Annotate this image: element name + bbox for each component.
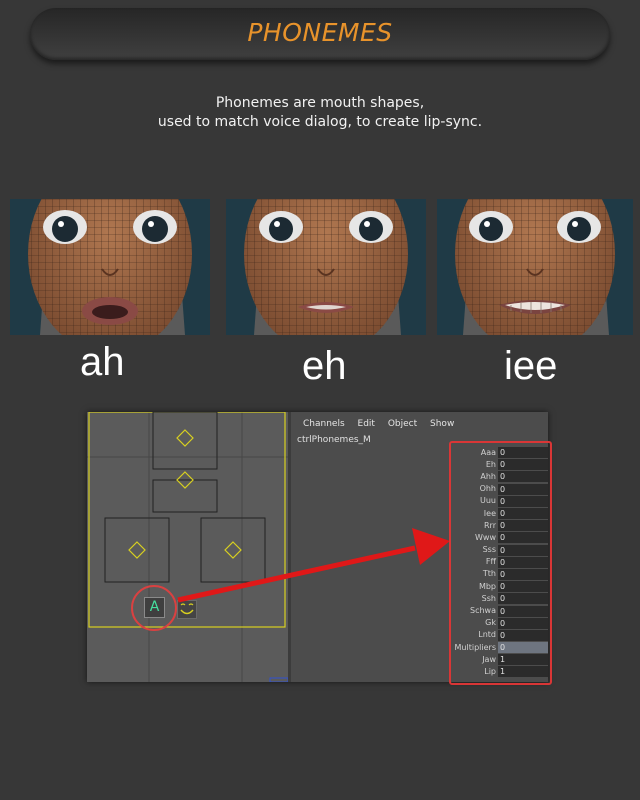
channel-row-mbp[interactable]: Mbp 0	[453, 580, 548, 593]
channel-name: Aaa	[480, 447, 496, 457]
channel-name: Multipliers	[454, 642, 496, 652]
channel-name: Iee	[483, 508, 496, 518]
channel-value-field[interactable]: 0	[498, 544, 548, 556]
channel-value-field[interactable]: 0	[498, 642, 548, 654]
channel-row-aaa[interactable]: Aaa 0	[453, 446, 548, 459]
channel-value-field[interactable]: 0	[498, 459, 548, 471]
channel-value-field[interactable]: 1	[498, 654, 548, 666]
channel-value-field[interactable]: 0	[498, 532, 548, 544]
channel-value-field[interactable]: 0	[498, 447, 548, 459]
channel-row-fff[interactable]: Fff 0	[453, 556, 548, 568]
channel-row-uuu[interactable]: Uuu 0	[453, 495, 548, 507]
channel-value-field[interactable]: 0	[498, 508, 548, 520]
channel-row-ahh[interactable]: Ahh 0	[453, 470, 548, 483]
channel-value-field[interactable]: 0	[498, 617, 548, 629]
channel-value-field[interactable]: 0	[498, 605, 548, 617]
channel-value-field[interactable]: 1	[498, 666, 548, 678]
channel-row-ssh[interactable]: Ssh 0	[453, 592, 548, 605]
channel-name: Gk	[485, 618, 496, 628]
channel-value-field[interactable]: 0	[498, 568, 548, 580]
channel-name: Lntd	[478, 630, 496, 640]
channel-value-field[interactable]: 0	[498, 556, 548, 568]
channel-row-sss[interactable]: Sss 0	[453, 544, 548, 556]
channel-value-field[interactable]: 0	[498, 471, 548, 483]
channel-value-field[interactable]: 0	[498, 483, 548, 495]
channel-row-ohh[interactable]: Ohh 0	[453, 483, 548, 495]
channel-name: Eh	[485, 459, 496, 469]
channel-row-jaw[interactable]: Jaw 1	[453, 653, 548, 666]
channel-value-field[interactable]: 0	[498, 593, 548, 605]
channel-name: Rrr	[484, 520, 496, 530]
channel-row-www[interactable]: Www 0	[453, 531, 548, 544]
channel-name: Ahh	[480, 471, 496, 481]
channel-name: Fff	[485, 557, 496, 567]
channel-name: Uuu	[480, 496, 496, 506]
channel-row-lntd[interactable]: Lntd 0	[453, 629, 548, 641]
channel-name: Sss	[482, 545, 496, 555]
channel-name: Schwa	[470, 606, 496, 616]
channel-row-tth[interactable]: Tth 0	[453, 568, 548, 580]
channel-name: Ohh	[479, 484, 496, 494]
channel-name: Tth	[482, 569, 496, 579]
channel-name: Www	[475, 532, 496, 542]
channel-row-gk[interactable]: Gk 0	[453, 617, 548, 629]
channel-row-lip[interactable]: Lip 1	[453, 665, 548, 678]
channel-value-field[interactable]: 0	[498, 495, 548, 507]
channel-name: Mbp	[478, 581, 496, 591]
phoneme-channel-list: Aaa 0 Eh 0 Ahh 0 Ohh 0 Uuu 0 Iee 0 Rrr 0 Www 0 Sss 0 Fff 0 T…	[449, 441, 552, 685]
channel-value-field[interactable]: 0	[498, 520, 548, 532]
channel-value-field[interactable]: 0	[498, 629, 548, 641]
channel-row-schwa[interactable]: Schwa 0	[453, 604, 548, 617]
channel-row-multipliers[interactable]: Multipliers 0	[453, 641, 548, 654]
channel-name: Jaw	[482, 654, 496, 664]
channel-row-rrr[interactable]: Rrr 0	[453, 519, 548, 532]
channel-name: Lip	[484, 666, 496, 676]
channel-row-iee[interactable]: Iee 0	[453, 507, 548, 520]
channel-value-field[interactable]: 0	[498, 581, 548, 593]
channel-row-eh[interactable]: Eh 0	[453, 458, 548, 471]
channel-name: Ssh	[481, 593, 496, 603]
